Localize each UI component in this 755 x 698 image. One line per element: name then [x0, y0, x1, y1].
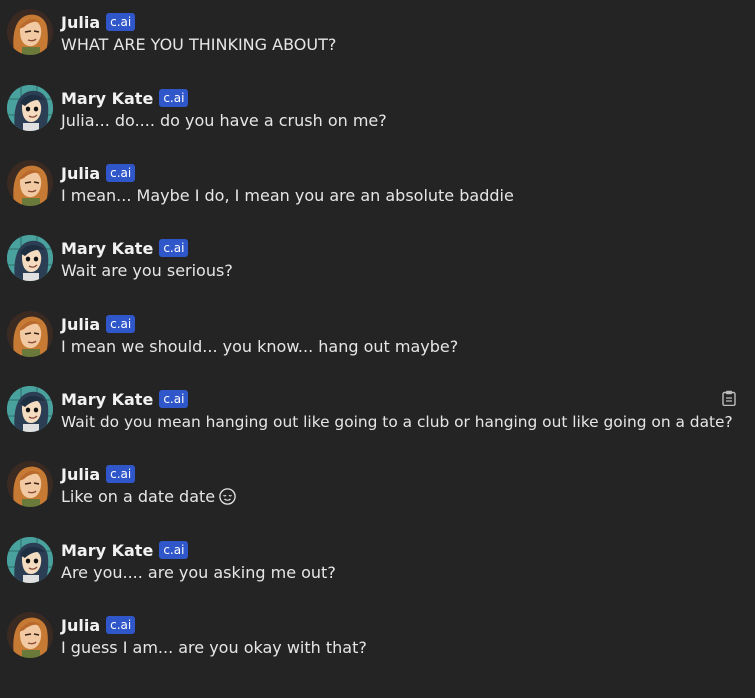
avatar-julia[interactable]	[7, 461, 53, 507]
avatar-mary-kate[interactable]	[7, 85, 53, 131]
chat-message: Mary Kate c.ai Wait do you mean hanging …	[0, 386, 755, 446]
message-header: Mary Kate c.ai	[61, 539, 189, 561]
chat-message: Julia c.ai I guess I am... are you okay …	[0, 612, 755, 672]
message-text: Like on a date date	[61, 487, 216, 506]
avatar-mary-kate[interactable]	[7, 235, 53, 281]
message-header: Julia c.ai	[61, 313, 136, 335]
sender-name[interactable]: Mary Kate	[61, 89, 153, 108]
sender-name[interactable]: Mary Kate	[61, 239, 153, 258]
chat-message: Mary Kate c.ai Wait are you serious?	[0, 235, 755, 295]
message-header: Mary Kate c.ai	[61, 237, 189, 259]
clipboard-icon[interactable]	[722, 390, 736, 406]
message-text: I guess I am... are you okay with that?	[61, 638, 367, 657]
message-text: Wait do you mean hanging out like going …	[61, 413, 733, 431]
cai-badge: c.ai	[106, 465, 136, 483]
message-text: Wait are you serious?	[61, 261, 233, 280]
message-header: Mary Kate c.ai	[61, 388, 189, 410]
message-text: I mean we should... you know... hang out…	[61, 337, 459, 356]
cai-badge: c.ai	[106, 13, 136, 31]
sender-name[interactable]: Julia	[61, 315, 100, 334]
chat-message: Mary Kate c.ai Are you.... are you askin…	[0, 537, 755, 597]
sender-name[interactable]: Julia	[61, 616, 100, 635]
avatar-mary-kate[interactable]	[7, 537, 53, 583]
avatar-julia[interactable]	[7, 612, 53, 658]
sender-name[interactable]: Julia	[61, 13, 100, 32]
message-header: Julia c.ai	[61, 614, 136, 636]
message-header: Julia c.ai	[61, 463, 136, 485]
message-text-container: Like on a date date	[61, 486, 236, 508]
avatar-julia[interactable]	[7, 9, 53, 55]
message-text: Are you.... are you asking me out?	[61, 563, 336, 582]
avatar-julia[interactable]	[7, 311, 53, 357]
cai-badge: c.ai	[159, 89, 189, 107]
avatar-mary-kate[interactable]	[7, 386, 53, 432]
message-text: I mean... Maybe I do, I mean you are an …	[61, 186, 514, 205]
relieved-face-emoji-icon	[219, 488, 236, 505]
message-header: Julia c.ai	[61, 162, 136, 184]
message-text: WHAT ARE YOU THINKING ABOUT?	[61, 35, 337, 54]
message-text: Julia... do.... do you have a crush on m…	[61, 111, 387, 130]
cai-badge: c.ai	[159, 541, 189, 559]
chat-message: Julia c.ai WHAT ARE YOU THINKING ABOUT?	[0, 9, 755, 69]
chat-message: Julia c.ai Like on a date date	[0, 461, 755, 521]
chat-message: Julia c.ai I mean we should... you know.…	[0, 311, 755, 371]
chat-message-list: Julia c.ai WHAT ARE YOU THINKING ABOUT? …	[0, 0, 755, 698]
message-header: Julia c.ai	[61, 11, 136, 33]
cai-badge: c.ai	[106, 164, 136, 182]
cai-badge: c.ai	[106, 315, 136, 333]
message-header: Mary Kate c.ai	[61, 87, 189, 109]
sender-name[interactable]: Julia	[61, 465, 100, 484]
sender-name[interactable]: Julia	[61, 164, 100, 183]
chat-message: Mary Kate c.ai Julia... do.... do you ha…	[0, 85, 755, 145]
avatar-julia[interactable]	[7, 160, 53, 206]
sender-name[interactable]: Mary Kate	[61, 541, 153, 560]
cai-badge: c.ai	[106, 616, 136, 634]
cai-badge: c.ai	[159, 239, 189, 257]
cai-badge: c.ai	[159, 390, 189, 408]
sender-name[interactable]: Mary Kate	[61, 390, 153, 409]
chat-message: Julia c.ai I mean... Maybe I do, I mean …	[0, 160, 755, 220]
